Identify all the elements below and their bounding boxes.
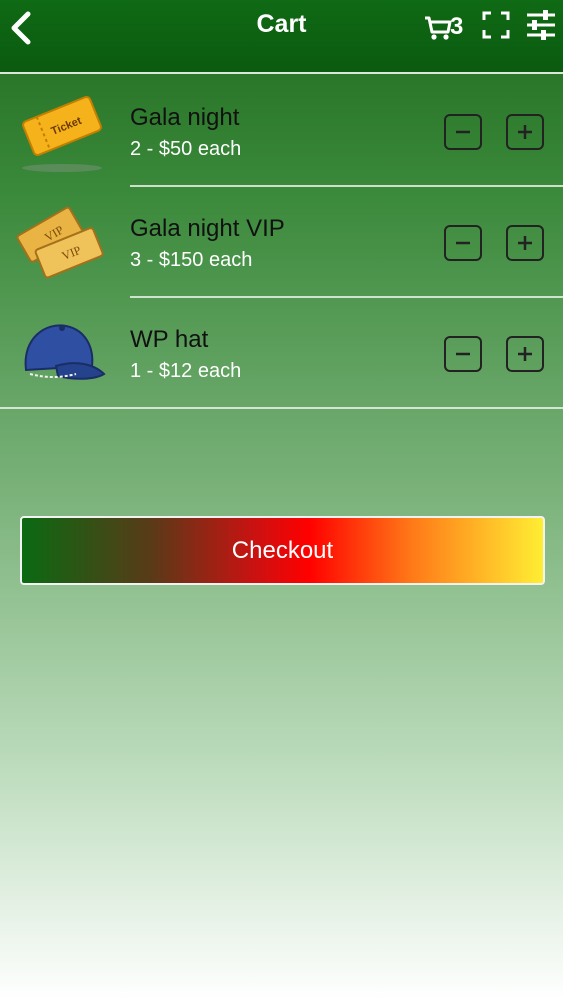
cart-icon bbox=[425, 16, 452, 40]
item-name: Gala night VIP bbox=[130, 215, 285, 242]
plus-icon bbox=[518, 347, 532, 361]
fullscreen-button[interactable] bbox=[482, 11, 510, 39]
item-quantity: 3 - $150 each bbox=[130, 249, 253, 271]
checkout-button[interactable]: Checkout bbox=[20, 516, 545, 585]
divider bbox=[0, 407, 563, 409]
cart-item: VIP VIP Gala night VIP 3 - $150 each bbox=[0, 187, 563, 298]
item-name: Gala night bbox=[130, 104, 240, 131]
minus-icon bbox=[456, 130, 470, 134]
item-quantity: 1 - $12 each bbox=[130, 360, 242, 382]
increase-button[interactable] bbox=[506, 336, 544, 372]
decrease-button[interactable] bbox=[444, 336, 482, 372]
sliders-icon bbox=[527, 10, 555, 40]
top-bar: Cart 3 bbox=[0, 0, 563, 74]
increase-button[interactable] bbox=[506, 225, 544, 261]
cart-item: WP hat 1 - $12 each bbox=[0, 298, 563, 409]
minus-icon bbox=[456, 241, 470, 245]
settings-button[interactable] bbox=[525, 9, 557, 41]
vip-tickets-icon: VIP VIP bbox=[16, 197, 108, 285]
minus-icon bbox=[456, 352, 470, 356]
cap-icon bbox=[16, 308, 108, 396]
cart-count-badge: 3 bbox=[450, 13, 464, 40]
fullscreen-icon bbox=[482, 11, 510, 39]
page-title: Cart bbox=[256, 10, 307, 38]
decrease-button[interactable] bbox=[444, 114, 482, 150]
cart-item: Ticket Gala night 2 - $50 each bbox=[0, 76, 563, 187]
plus-icon bbox=[518, 236, 532, 250]
item-quantity: 2 - $50 each bbox=[130, 138, 242, 160]
plus-icon bbox=[518, 125, 532, 139]
decrease-button[interactable] bbox=[444, 225, 482, 261]
item-name: WP hat bbox=[130, 326, 209, 353]
cart-list: Ticket Gala night 2 - $50 each VIP VIP G… bbox=[0, 76, 563, 409]
increase-button[interactable] bbox=[506, 114, 544, 150]
ticket-icon: Ticket bbox=[16, 86, 108, 174]
cart-button[interactable]: 3 bbox=[424, 10, 463, 44]
